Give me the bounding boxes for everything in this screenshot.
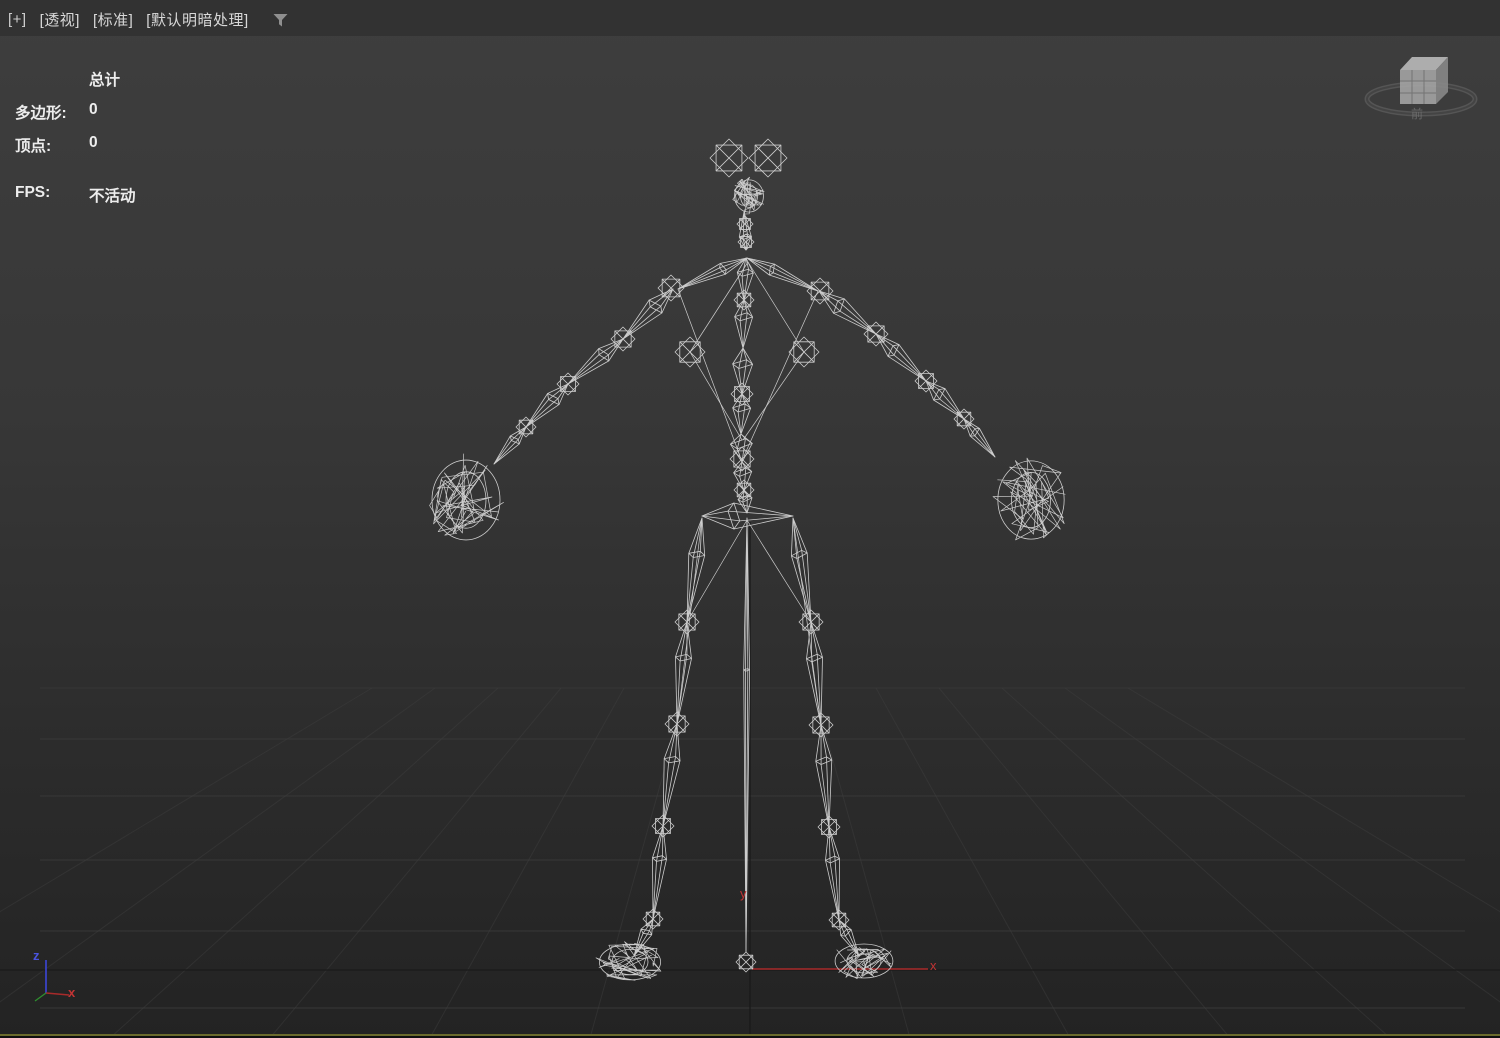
stats-fps-value: 不活动 [89, 188, 136, 205]
stats-header-row: 总计 [15, 68, 136, 90]
viewport-scene[interactable]: 前 [0, 0, 1500, 1038]
axis-tripod [34, 960, 70, 1002]
filter-funnel-icon[interactable] [272, 12, 289, 28]
viewcube-front-label[interactable]: 前 [1411, 106, 1423, 121]
biped-skeleton-wireframe[interactable] [429, 138, 1066, 981]
world-axes-dark [0, 522, 1500, 1038]
world-x-axis-label: x [930, 958, 937, 973]
viewport-label-bar: [+] [透视] [标准] [默认明暗处理] [8, 9, 289, 30]
tripod-z-axis-label: z [33, 948, 40, 963]
stats-vertices-label: 顶点: [15, 138, 52, 155]
viewport-bottom-highlight-line [0, 1034, 1500, 1036]
stats-polygons-row: 多边形: 0 [15, 101, 136, 123]
tripod-x-axis-label: x [68, 985, 76, 1000]
stats-polygons-label: 多边形: [15, 105, 67, 122]
stats-vertices-value: 0 [89, 134, 98, 151]
stats-vertices-row: 顶点: 0 [15, 134, 136, 156]
viewport-menu-general[interactable]: [+] [8, 11, 27, 28]
stats-total-label: 总计 [89, 72, 121, 89]
viewport-menu-shading[interactable]: [默认明暗处理] [146, 9, 248, 30]
viewport-menu-pov[interactable]: [透视] [40, 9, 80, 30]
viewport-statistics: 总计 多边形: 0 顶点: 0 FPS: 不活动 [15, 68, 136, 217]
viewcube[interactable]: 前 [1364, 57, 1478, 121]
stats-fps-label: FPS: [15, 184, 51, 201]
viewport-menu-standard[interactable]: [标准] [93, 9, 133, 30]
stats-polygons-value: 0 [89, 101, 98, 118]
world-y-axis-label: y [740, 886, 747, 901]
stats-fps-row: FPS: 不活动 [15, 184, 136, 206]
stats-header-spacer [15, 68, 89, 90]
